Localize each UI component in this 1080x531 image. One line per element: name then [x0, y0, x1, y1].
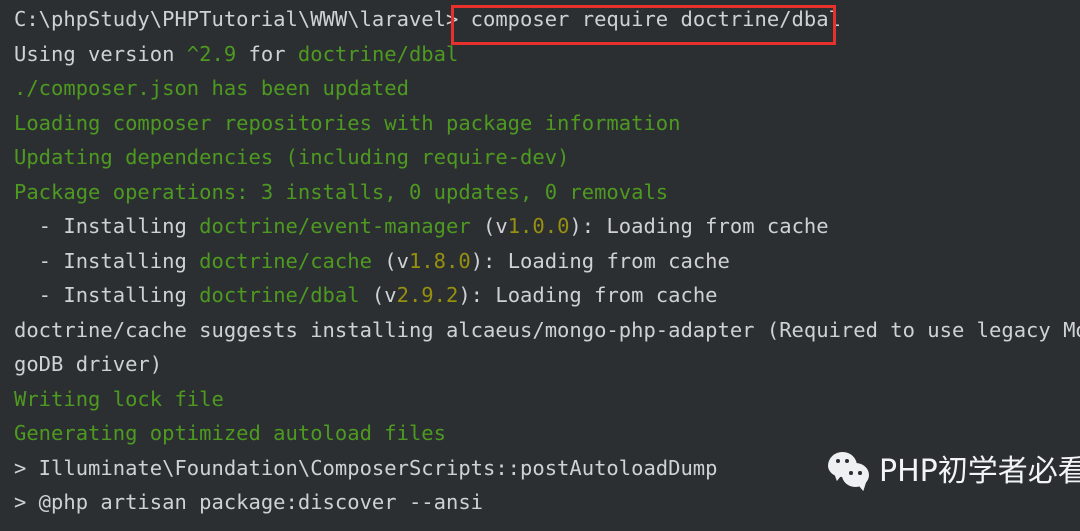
updating-dependencies-line: Updating dependencies (including require… [14, 140, 1080, 175]
wechat-eye-back-left [836, 459, 840, 463]
package-operations-line-segment-0: Package operations: 3 installs, 0 update… [14, 179, 669, 204]
installing-cache-line-segment-1: doctrine/cache [199, 248, 372, 273]
installing-dbal-line-segment-4: ): Loading from cache [458, 283, 718, 307]
wechat-eye-front-left [849, 471, 853, 475]
terminal-window[interactable]: C:\phpStudy\PHPTutorial\WWW\laravel> com… [0, 0, 1080, 531]
installing-dbal-line-segment-0: - Installing [14, 283, 200, 307]
installing-event-manager-line-segment-0: - Installing [14, 214, 200, 238]
watermark: PHP初学者必看 [828, 452, 1080, 493]
suggests-line-part2: goDB driver) [14, 347, 1080, 382]
suggests-line-part2-segment-0: goDB driver) [14, 352, 163, 376]
installing-event-manager-line-segment-4: ): Loading from cache [569, 214, 829, 238]
post-autoload-dump-line-segment-0: > Illuminate\Foundation\ComposerScripts:… [14, 455, 718, 480]
installing-cache-line-segment-4: ): Loading from cache [470, 248, 730, 273]
prompt-line: C:\phpStudy\PHPTutorial\WWW\laravel> com… [14, 2, 1080, 37]
updating-dependencies-line-segment-0: Updating dependencies (including require… [14, 145, 570, 169]
installing-dbal-line-segment-2: (v [359, 283, 397, 307]
generating-autoload-line-segment-0: Generating optimized autoload files [14, 421, 446, 445]
suggests-line-part1-segment-0: doctrine/cache suggests installing alcae… [14, 317, 1080, 342]
loading-repositories-line-segment-0: Loading composer repositories with packa… [14, 110, 681, 135]
suggests-line-part1: doctrine/cache suggests installing alcae… [14, 313, 1080, 348]
using-version-line-segment-3: doctrine/dbal [297, 41, 459, 66]
prompt-line-segment-1: composer require doctrine/dbal [470, 7, 841, 31]
package-operations-line: Package operations: 3 installs, 0 update… [14, 175, 1080, 210]
wechat-tail-front [856, 480, 870, 493]
installing-event-manager-line-segment-1: doctrine/event-manager [199, 214, 471, 238]
package-discover-line-segment-0: > @php artisan package:discover --ansi [14, 490, 483, 514]
watermark-label: PHP初学者必看 [879, 454, 1080, 489]
installing-dbal-line-segment-3: 2.9.2 [396, 283, 459, 307]
using-version-line-segment-0: Using version [14, 41, 187, 66]
using-version-line: Using version ^2.9 for doctrine/dbal [14, 37, 1080, 72]
terminal-output: C:\phpStudy\PHPTutorial\WWW\laravel> com… [14, 2, 1080, 520]
installing-dbal-line: - Installing doctrine/dbal (v2.9.2): Loa… [14, 278, 1080, 313]
installing-event-manager-line: - Installing doctrine/event-manager (v1.… [14, 209, 1080, 244]
installing-event-manager-line-segment-2: (v [470, 214, 508, 238]
using-version-line-segment-2: for [236, 41, 298, 66]
installing-cache-line-segment-3: 1.8.0 [408, 248, 471, 273]
wechat-eye-front-right [858, 471, 862, 475]
installing-cache-line-segment-2: (v [371, 248, 409, 273]
wechat-icon [828, 452, 870, 493]
prompt-line-segment-0: C:\phpStudy\PHPTutorial\WWW\laravel> [14, 7, 471, 31]
writing-lock-file-line: Writing lock file [14, 382, 1080, 417]
composer-json-updated-line: ./composer.json has been updated [14, 71, 1080, 106]
using-version-line-segment-1: ^2.9 [186, 41, 237, 66]
installing-cache-line-segment-0: - Installing [14, 248, 200, 273]
installing-event-manager-line-segment-3: 1.0.0 [507, 214, 570, 238]
writing-lock-file-line-segment-0: Writing lock file [14, 386, 224, 411]
composer-json-updated-line-segment-0: ./composer.json has been updated [14, 76, 409, 100]
generating-autoload-line: Generating optimized autoload files [14, 416, 1080, 451]
loading-repositories-line: Loading composer repositories with packa… [14, 106, 1080, 141]
wechat-eye-back-right [845, 459, 849, 463]
installing-dbal-line-segment-1: doctrine/dbal [199, 283, 360, 307]
installing-cache-line: - Installing doctrine/cache (v1.8.0): Lo… [14, 244, 1080, 279]
